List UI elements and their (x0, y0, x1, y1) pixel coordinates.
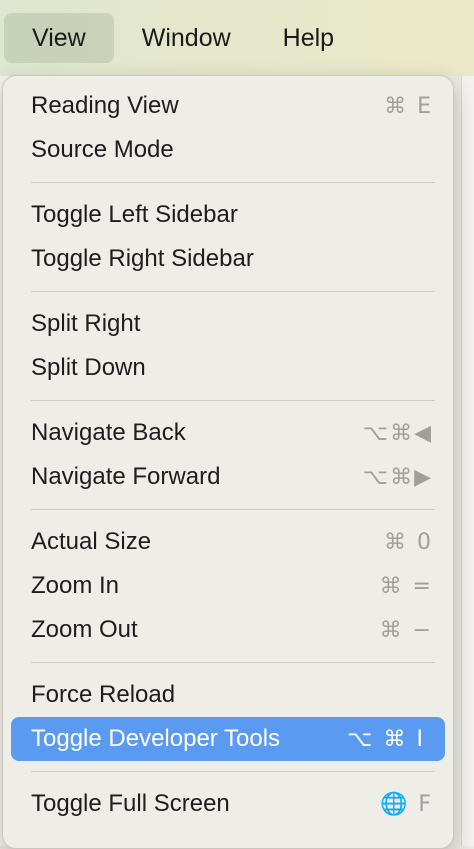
menu-item-shortcut: ⌥⌘◀ (362, 420, 433, 446)
menu-separator (31, 509, 435, 510)
menu-item-label: Source Mode (31, 136, 174, 163)
menubar-help[interactable]: Help (259, 13, 358, 63)
menu-item-label: Zoom In (31, 572, 120, 599)
menu-separator (31, 771, 435, 772)
menu-item-shortcut: ⌘ E (384, 93, 433, 119)
menu-item-toggle-developer-tools[interactable]: Toggle Developer Tools ⌥ ⌘ I (11, 717, 445, 761)
menu-item-split-down[interactable]: Split Down (3, 346, 453, 390)
menu-item-toggle-left-sidebar[interactable]: Toggle Left Sidebar (3, 193, 453, 237)
menu-item-actual-size[interactable]: Actual Size ⌘ 0 (3, 520, 453, 564)
menu-item-label: Toggle Full Screen (31, 790, 230, 817)
menu-item-label: Reading View (31, 92, 179, 119)
menu-item-label: Toggle Right Sidebar (31, 245, 254, 272)
menu-item-shortcut: ⌘ 0 (384, 529, 433, 555)
menu-item-toggle-full-screen[interactable]: Toggle Full Screen 🌐 F (3, 782, 453, 826)
menu-item-label: Force Reload (31, 681, 176, 708)
menu-item-shortcut: ⌘ = (379, 573, 433, 599)
menu-item-split-right[interactable]: Split Right (3, 302, 453, 346)
menu-item-shortcut: ⌘ − (379, 617, 433, 643)
menu-item-label: Zoom Out (31, 616, 138, 643)
menubar-window[interactable]: Window (118, 13, 255, 63)
menu-item-label: Navigate Back (31, 419, 186, 446)
menu-item-force-reload[interactable]: Force Reload (3, 673, 453, 717)
menubar-view[interactable]: View (4, 13, 114, 63)
menu-item-label: Split Right (31, 310, 141, 337)
menu-item-navigate-forward[interactable]: Navigate Forward ⌥⌘▶ (3, 455, 453, 499)
background-app-right (461, 76, 474, 846)
menu-item-navigate-back[interactable]: Navigate Back ⌥⌘◀ (3, 411, 453, 455)
menu-separator (31, 182, 435, 183)
menu-item-reading-view[interactable]: Reading View ⌘ E (3, 84, 453, 128)
menu-item-shortcut: ⌥⌘▶ (362, 464, 433, 490)
menu-separator (31, 662, 435, 663)
menu-item-toggle-right-sidebar[interactable]: Toggle Right Sidebar (3, 237, 453, 281)
view-menu-dropdown: Reading View ⌘ E Source Mode Toggle Left… (2, 75, 454, 849)
menu-item-shortcut: ⌥ ⌘ I (347, 726, 425, 752)
menu-separator (31, 291, 435, 292)
menu-item-zoom-in[interactable]: Zoom In ⌘ = (3, 564, 453, 608)
menu-item-source-mode[interactable]: Source Mode (3, 128, 453, 172)
menu-item-zoom-out[interactable]: Zoom Out ⌘ − (3, 608, 453, 652)
menu-item-label: Actual Size (31, 528, 152, 555)
menu-item-label: Toggle Left Sidebar (31, 201, 238, 228)
menu-item-label: Split Down (31, 354, 146, 381)
menu-item-shortcut: 🌐 F (379, 791, 433, 817)
menu-separator (31, 400, 435, 401)
menubar: View Window Help (0, 0, 474, 76)
menu-item-label: Toggle Developer Tools (31, 725, 281, 752)
menu-item-label: Navigate Forward (31, 463, 221, 490)
